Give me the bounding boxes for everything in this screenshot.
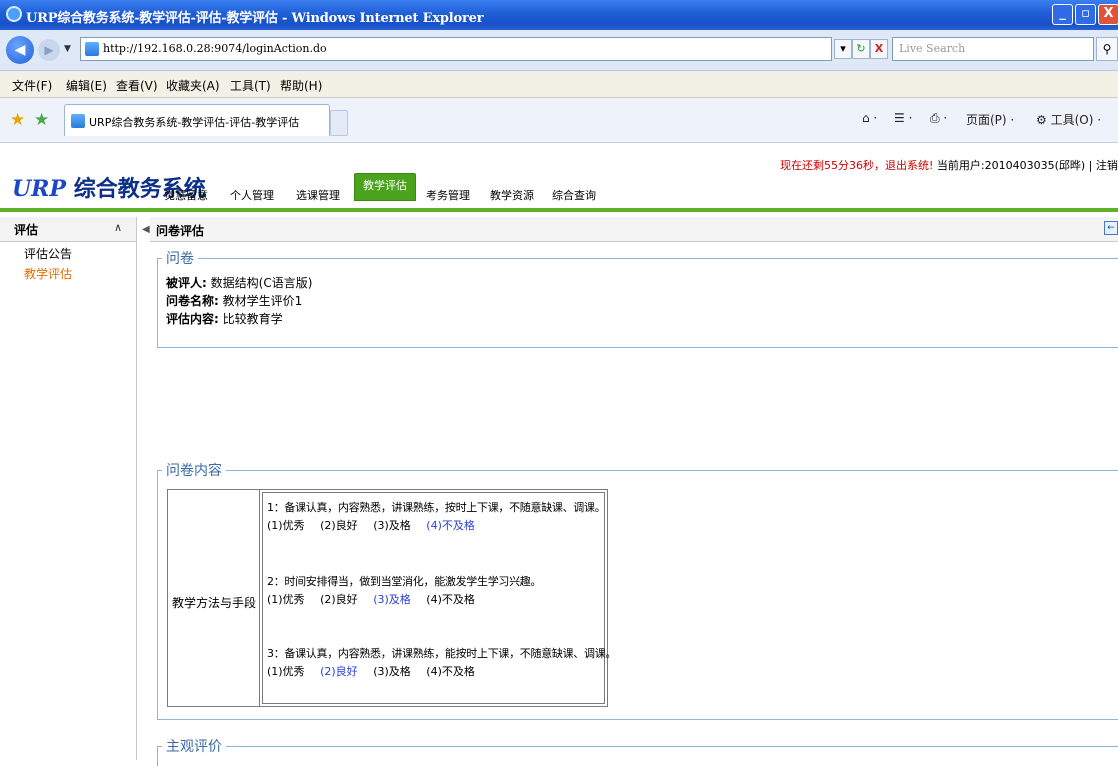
- q3-option-4[interactable]: (4)不及格: [426, 665, 475, 678]
- new-tab-button[interactable]: [330, 110, 348, 136]
- q3-option-2[interactable]: (2)良好: [320, 665, 358, 678]
- question-3-options: (1)优秀 (2)良好 (3)及格 (4)不及格: [267, 663, 487, 679]
- subjective-fieldset: [157, 746, 1118, 766]
- nav-resources[interactable]: 教学资源: [490, 187, 534, 203]
- nav-exams[interactable]: 考务管理: [426, 187, 470, 203]
- session-status: 现在还剩55分36秒，退出系统! 当前用户:2010403035(邱晔) | 注…: [780, 157, 1118, 173]
- menu-favorites[interactable]: 收藏夹(A): [166, 77, 220, 94]
- collapse-sidebar-icon[interactable]: ◀: [142, 224, 150, 235]
- exit-icon[interactable]: ←: [1104, 221, 1118, 235]
- window-title: URP综合教务系统-教学评估-评估-教学评估 - Windows Interne…: [26, 11, 484, 26]
- feeds-icon[interactable]: ☰ ·: [894, 111, 912, 125]
- page-icon: [85, 42, 99, 56]
- tools-menu-button[interactable]: ⚙ 工具(O) ·: [1036, 111, 1101, 128]
- window-title-bar: URP综合教务系统-教学评估-评估-教学评估 - Windows Interne…: [0, 0, 1118, 30]
- question-3-text: 3：备课认真，内容熟悉，讲课熟练，能按时上下课，不随意缺课、调课。: [267, 647, 617, 660]
- q1-option-3[interactable]: (3)及格: [373, 519, 411, 532]
- survey-value: 教材学生评价1: [222, 294, 303, 308]
- minimize-button[interactable]: _: [1052, 4, 1073, 25]
- favorites-star-icon[interactable]: ★: [10, 110, 25, 130]
- q1-option-4[interactable]: (4)不及格: [426, 519, 475, 532]
- sidebar-item-teaching-evaluation[interactable]: 教学评估: [24, 265, 72, 282]
- questionnaire-legend: 问卷: [162, 248, 198, 268]
- collapse-chevron-icon[interactable]: ∧: [114, 221, 122, 234]
- menu-tools[interactable]: 工具(T): [230, 77, 271, 94]
- menu-edit[interactable]: 编辑(E): [66, 77, 107, 94]
- nav-personal[interactable]: 个人管理: [230, 187, 274, 203]
- sidebar: 评估 ∧ 评估公告 教学评估: [0, 217, 137, 760]
- history-dropdown-icon[interactable]: ▼: [64, 44, 71, 54]
- nav-teaching-evaluation[interactable]: 教学评估: [354, 173, 416, 201]
- survey-row: 问卷名称: 教材学生评价1: [166, 292, 302, 309]
- address-toolbar: ◀ ▶ ▼ http://192.168.0.28:9074/loginActi…: [0, 30, 1118, 71]
- menu-file[interactable]: 文件(F): [12, 77, 52, 94]
- question-2-text: 2：时间安排得当，做到当堂消化，能激发学生学习兴趣。: [267, 575, 542, 588]
- refresh-button[interactable]: ↻: [852, 39, 870, 59]
- question-category: 教学方法与手段: [172, 596, 257, 610]
- search-input[interactable]: Live Search: [892, 37, 1094, 61]
- back-button[interactable]: ◀: [6, 36, 34, 64]
- current-user: 当前用户:2010403035(邱晔) | 注销: [936, 159, 1118, 172]
- logo-urp: URP: [12, 176, 67, 202]
- question-1-text: 1：备课认真，内容熟悉，讲课熟练，按时上下课，不随意缺课、调课。: [267, 501, 606, 514]
- menu-bar: 文件(F) 编辑(E) 查看(V) 收藏夹(A) 工具(T) 帮助(H): [0, 71, 1118, 98]
- close-button[interactable]: X: [1098, 4, 1118, 25]
- sidebar-header: 评估 ∧: [0, 217, 136, 242]
- ie-logo-icon: [6, 6, 22, 22]
- content-row: 评估内容: 比较教育学: [166, 310, 283, 327]
- content-value: 比较教育学: [222, 312, 283, 326]
- subjective-legend: 主观评价: [162, 736, 226, 756]
- address-input[interactable]: http://192.168.0.28:9074/loginAction.do: [80, 37, 832, 61]
- question-1-options: (1)优秀 (2)良好 (3)及格 (4)不及格: [267, 517, 487, 533]
- q2-option-1[interactable]: (1)优秀: [267, 593, 305, 606]
- q2-option-3[interactable]: (3)及格: [373, 593, 411, 606]
- evaluatee-value: 数据结构(C语言版): [210, 276, 313, 290]
- add-favorites-icon[interactable]: ★: [34, 110, 49, 130]
- page-icon: [71, 114, 85, 128]
- address-url: http://192.168.0.28:9074/loginAction.do: [103, 42, 327, 55]
- questions-cell: 1：备课认真，内容熟悉，讲课熟练，按时上下课，不随意缺课、调课。 (1)优秀 (…: [262, 492, 616, 704]
- page-title: 问卷评估: [156, 224, 205, 238]
- evaluatee-row: 被评人: 数据结构(C语言版): [166, 274, 312, 291]
- print-icon[interactable]: ⎙ ·: [930, 111, 947, 126]
- table-divider: [259, 490, 260, 706]
- tab-bar: ★ ★ URP综合教务系统-教学评估-评估-教学评估 ⌂ · ☰ · ⎙ · 页…: [0, 98, 1118, 143]
- page-menu-button[interactable]: 页面(P) ·: [966, 111, 1014, 128]
- sidebar-title: 评估: [14, 223, 39, 237]
- nav-course-selection[interactable]: 选课管理: [296, 187, 340, 203]
- evaluatee-label: 被评人:: [166, 276, 207, 290]
- tab-label: URP综合教务系统-教学评估-评估-教学评估: [89, 116, 300, 129]
- menu-help[interactable]: 帮助(H): [280, 77, 322, 94]
- nav-underline: [0, 208, 1118, 212]
- q1-option-1[interactable]: (1)优秀: [267, 519, 305, 532]
- q3-option-3[interactable]: (3)及格: [373, 665, 411, 678]
- q1-option-2[interactable]: (2)良好: [320, 519, 358, 532]
- session-timer[interactable]: 现在还剩55分36秒，退出系统!: [780, 159, 933, 172]
- question-2-options: (1)优秀 (2)良好 (3)及格 (4)不及格: [267, 591, 487, 607]
- q3-option-1[interactable]: (1)优秀: [267, 665, 305, 678]
- nav-announcements[interactable]: 觉慧留意: [164, 187, 208, 203]
- maximize-button[interactable]: ▫: [1075, 4, 1096, 25]
- main-header: 问卷评估 ←: [150, 217, 1118, 242]
- content-legend: 问卷内容: [162, 460, 226, 480]
- q2-option-4[interactable]: (4)不及格: [426, 593, 475, 606]
- home-icon[interactable]: ⌂ ·: [862, 111, 877, 125]
- forward-button[interactable]: ▶: [38, 39, 60, 61]
- app-header: URP 综合教务系统 现在还剩55分36秒，退出系统! 当前用户:2010403…: [0, 143, 1118, 217]
- menu-view[interactable]: 查看(V): [116, 77, 158, 94]
- content-label: 评估内容:: [166, 312, 219, 326]
- stop-button[interactable]: X: [870, 39, 888, 59]
- address-dropdown-button[interactable]: ▾: [834, 39, 852, 59]
- q2-option-2[interactable]: (2)良好: [320, 593, 358, 606]
- nav-query[interactable]: 综合查询: [552, 187, 596, 203]
- tab-evaluation[interactable]: URP综合教务系统-教学评估-评估-教学评估: [64, 104, 330, 136]
- search-button[interactable]: ⚲: [1096, 37, 1118, 61]
- question-table: 教学方法与手段 1：备课认真，内容熟悉，讲课熟练，按时上下课，不随意缺课、调课。…: [167, 489, 616, 707]
- survey-label: 问卷名称:: [166, 294, 219, 308]
- sidebar-item-announcements[interactable]: 评估公告: [24, 245, 72, 262]
